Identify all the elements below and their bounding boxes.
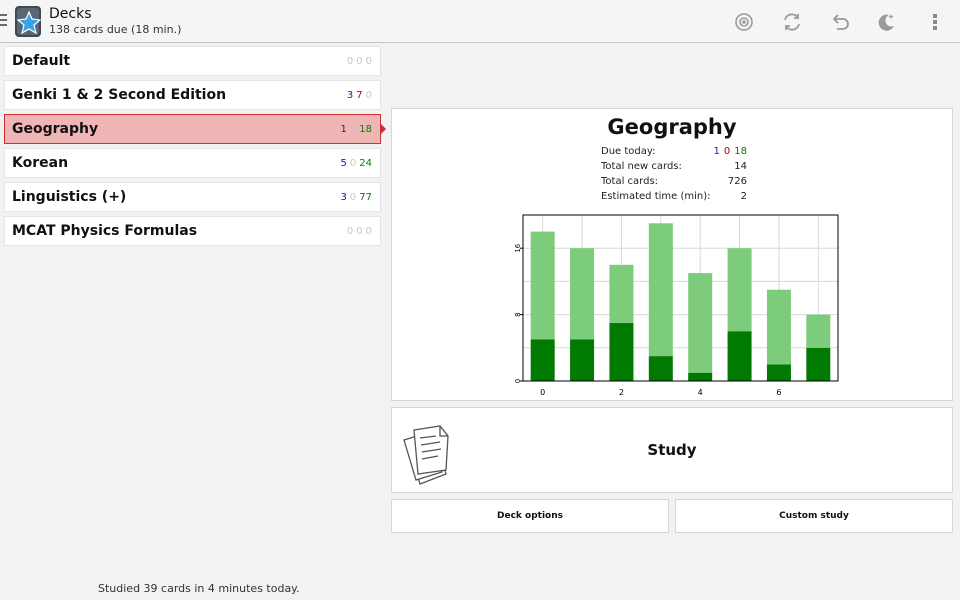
bar-young xyxy=(570,248,595,340)
bar-mature xyxy=(766,364,791,381)
new-count: 1 xyxy=(340,124,347,135)
review-count: 0 xyxy=(365,226,372,237)
deck-row-mcat[interactable]: MCAT Physics Formulas 000 xyxy=(4,216,381,246)
deck-name: Genki 1 & 2 Second Edition xyxy=(12,87,227,103)
due-summary: 138 cards due (18 min.) xyxy=(49,23,182,36)
deck-counts: 3 0 77 xyxy=(338,192,372,203)
due-today-row: Due today: 1 0 18 xyxy=(601,146,747,161)
study-button[interactable]: Study xyxy=(391,407,953,493)
total-new-label: Total new cards: xyxy=(601,161,682,172)
bar-mature xyxy=(570,339,595,381)
bar-mature xyxy=(530,339,555,381)
total-new-row: Total new cards: 14 xyxy=(601,161,747,176)
bar-mature xyxy=(609,322,634,381)
due-new-count: 1 xyxy=(713,146,720,157)
deck-row-linguistics[interactable]: Linguistics (+) 3 0 77 xyxy=(4,182,381,212)
bar-young xyxy=(766,289,791,365)
bar-young xyxy=(806,314,831,348)
new-count: 3 xyxy=(346,90,354,101)
learn-count: 7 xyxy=(356,90,363,101)
review-count: 18 xyxy=(359,124,372,135)
due-learn-count: 0 xyxy=(723,146,731,157)
bar-mature xyxy=(688,372,713,381)
deck-title: Geography xyxy=(607,115,737,139)
study-label: Study xyxy=(647,441,697,459)
overflow-menu-icon[interactable] xyxy=(922,9,948,35)
anki-logo-icon[interactable] xyxy=(14,5,44,38)
undo-icon[interactable] xyxy=(827,9,853,35)
bar-mature xyxy=(806,347,831,381)
bar-mature xyxy=(727,331,752,381)
learn-count: 0 xyxy=(349,192,357,203)
learn-count: 0 xyxy=(356,56,363,67)
deck-row-genki[interactable]: Genki 1 & 2 Second Edition 370 xyxy=(4,80,381,110)
due-forecast-chart: 0 8 16 0 2 4 6 xyxy=(514,214,839,397)
due-review-count: 18 xyxy=(734,146,747,157)
new-count: 0 xyxy=(346,226,354,237)
studied-summary: Studied 39 cards in 4 minutes today. xyxy=(98,582,300,595)
deck-counts: 1 0 18 xyxy=(338,124,372,135)
learn-count: 0 xyxy=(356,226,363,237)
deck-counts: 5 0 24 xyxy=(338,158,372,169)
new-count: 5 xyxy=(340,158,347,169)
new-count: 3 xyxy=(340,192,347,203)
night-mode-icon[interactable] xyxy=(873,9,899,35)
x-tick-label: 2 xyxy=(619,388,624,397)
x-tick-label: 6 xyxy=(776,388,781,397)
x-tick-label: 4 xyxy=(698,388,703,397)
due-today-label: Due today: xyxy=(601,146,656,157)
action-bar: Decks 138 cards due (18 min.) xyxy=(0,0,960,43)
deck-counts: 370 xyxy=(344,90,372,101)
learn-count: 0 xyxy=(349,158,357,169)
deck-row-geography[interactable]: Geography 1 0 18 xyxy=(4,114,386,144)
drawer-indicator-icon[interactable] xyxy=(0,14,7,28)
target-icon[interactable] xyxy=(731,9,757,35)
app-title: Decks xyxy=(49,6,92,22)
y-tick-label: 0 xyxy=(514,379,522,383)
learn-count: 0 xyxy=(349,124,357,135)
x-tick-label: 0 xyxy=(540,388,545,397)
deck-row-korean[interactable]: Korean 5 0 24 xyxy=(4,148,381,178)
y-tick-label: 16 xyxy=(514,243,522,252)
deck-counts: 000 xyxy=(344,226,372,237)
deck-name: MCAT Physics Formulas xyxy=(12,223,198,239)
deck-name: Geography xyxy=(12,121,99,137)
sync-icon[interactable] xyxy=(779,9,805,35)
deck-options-button[interactable]: Deck options xyxy=(391,499,669,533)
new-count: 0 xyxy=(346,56,354,67)
bar-young xyxy=(609,264,634,323)
bar-young xyxy=(688,273,713,373)
deck-name: Korean xyxy=(12,155,69,171)
total-cards-label: Total cards: xyxy=(601,176,659,187)
bar-mature xyxy=(648,356,673,381)
deck-counts: 000 xyxy=(344,56,372,67)
bar-young xyxy=(727,248,752,332)
total-cards-row: Total cards: 726 xyxy=(601,176,747,191)
review-count: 24 xyxy=(359,158,372,169)
bar-young xyxy=(530,231,555,340)
custom-study-button[interactable]: Custom study xyxy=(675,499,953,533)
total-cards-value: 726 xyxy=(727,176,747,187)
review-count: 0 xyxy=(365,56,372,67)
total-new-value: 14 xyxy=(734,161,747,172)
deck-name: Default xyxy=(12,53,71,69)
deck-name: Linguistics (+) xyxy=(12,189,127,205)
selection-arrow-icon xyxy=(380,123,386,135)
bar-young xyxy=(648,223,673,357)
estimated-time-label: Estimated time (min): xyxy=(601,191,711,202)
deck-list: Default 000 Genki 1 & 2 Second Edition 3… xyxy=(4,46,386,250)
estimated-time-row: Estimated time (min): 2 xyxy=(601,191,747,206)
estimated-time-value: 2 xyxy=(740,191,747,202)
review-count: 77 xyxy=(359,192,372,203)
y-tick-label: 8 xyxy=(514,312,522,316)
review-count: 0 xyxy=(365,90,372,101)
deck-row-default[interactable]: Default 000 xyxy=(4,46,381,76)
